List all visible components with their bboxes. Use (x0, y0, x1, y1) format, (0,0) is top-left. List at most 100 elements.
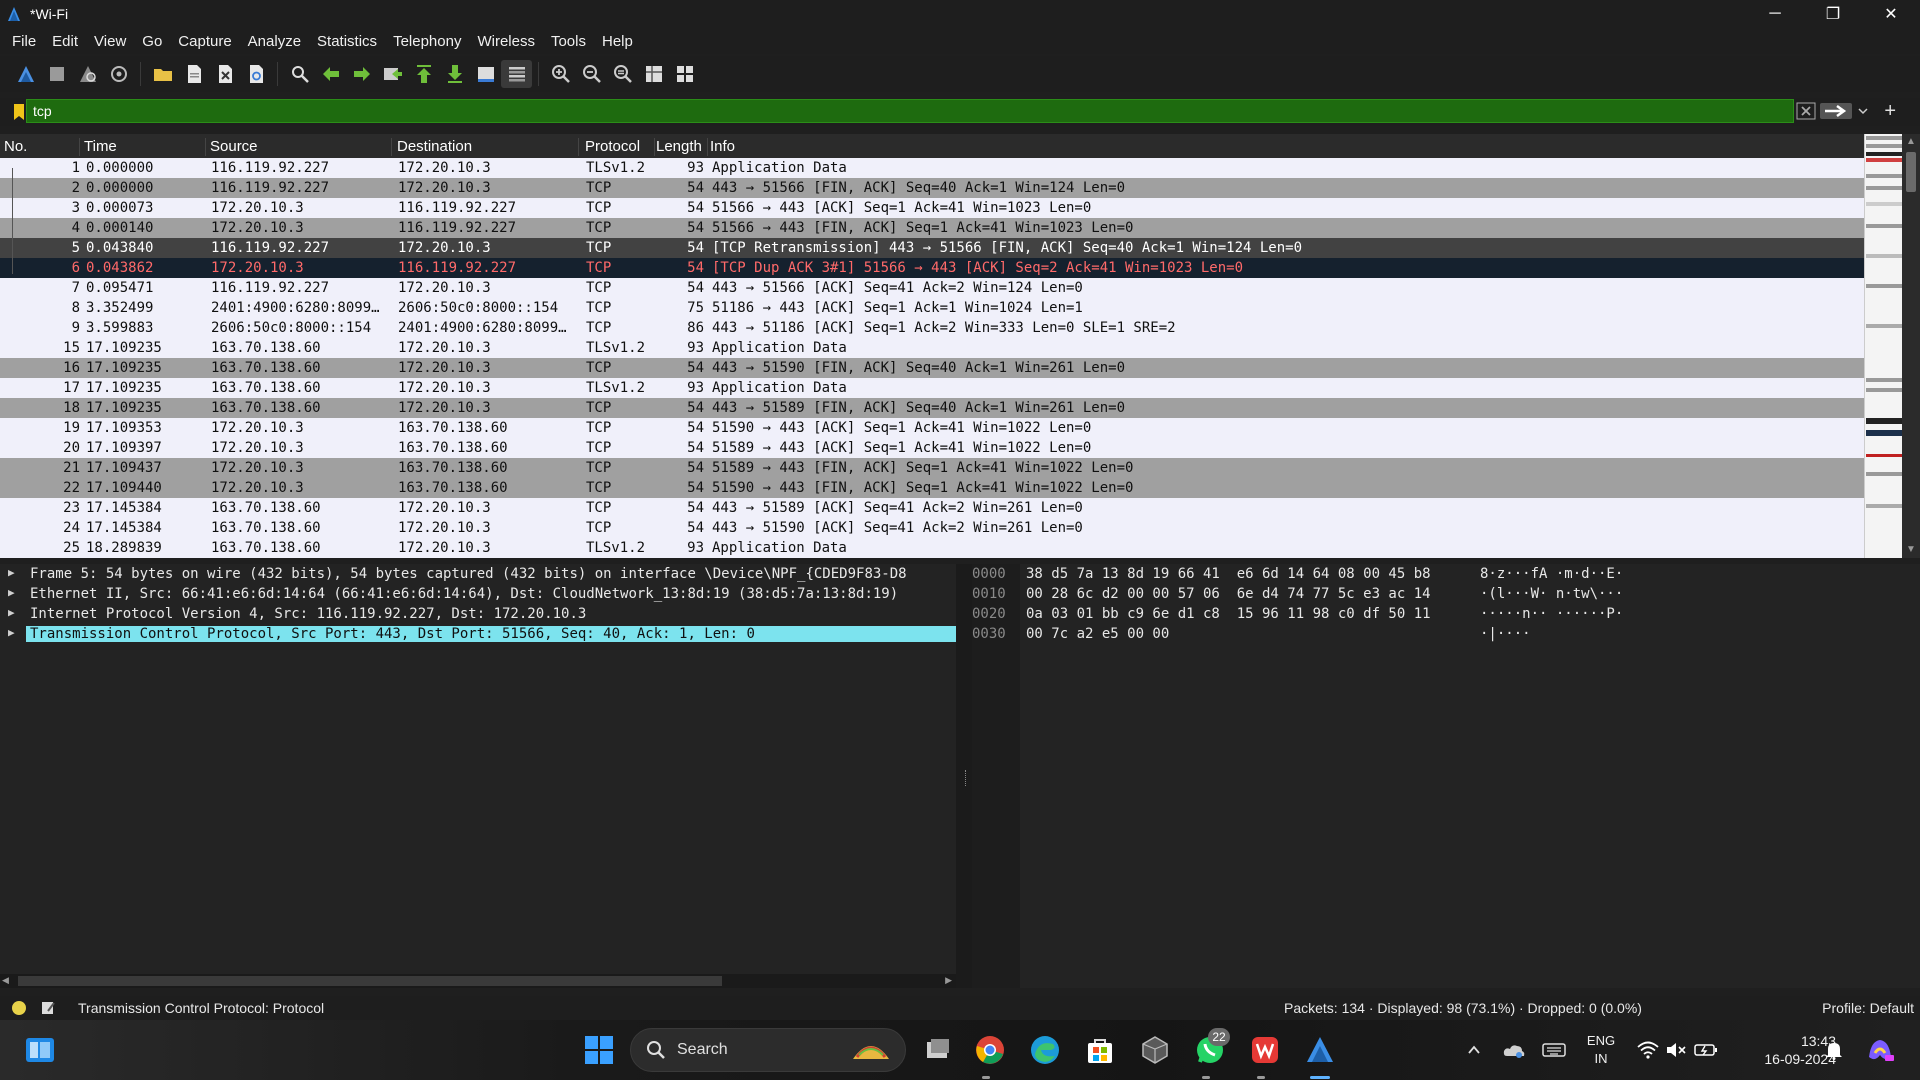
table-row[interactable]: 19 17.109353 172.20.10.3 163.70.138.60 TCP 54… (0, 418, 1864, 438)
show-hidden-icons-chevron-icon[interactable] (1452, 1030, 1496, 1070)
expand-arrow-icon[interactable]: ▶ (8, 566, 15, 579)
detail-row-ethernet[interactable]: ▶ Ethernet II, Src: 66:41:e6:6d:14:64 (66… (0, 584, 956, 604)
table-row[interactable]: 8 3.352499 2401:4900:6280:8099… 2606:50c0:8… (0, 298, 1864, 318)
bytes-ascii[interactable]: ·····n·· ······P· (1480, 606, 1623, 622)
filter-history-dropdown-icon[interactable] (1856, 100, 1870, 122)
clear-filter-icon[interactable] (1796, 100, 1816, 122)
scroll-up-arrow-icon[interactable]: ▲ (1902, 134, 1920, 150)
menu-capture[interactable]: Capture (170, 33, 239, 50)
menu-statistics[interactable]: Statistics (309, 33, 385, 50)
close-button[interactable]: ✕ (1862, 0, 1920, 28)
bytes-hex[interactable]: 38 d5 7a 13 8d 19 66 41 e6 6d 14 64 08 0… (1026, 566, 1431, 582)
table-row[interactable]: 2 0.000000 116.119.92.227 172.20.10.3 TCP 54 4… (0, 178, 1864, 198)
table-row[interactable]: 25 18.289839 163.70.138.60 172.20.10.3 TLSv1… (0, 538, 1864, 558)
table-row[interactable]: 1 0.000000 116.119.92.227 172.20.10.3 TLSv1.… (0, 158, 1864, 178)
close-file-icon[interactable] (209, 60, 240, 88)
taskbar-search[interactable]: Search (630, 1028, 906, 1072)
reload-file-icon[interactable] (240, 60, 271, 88)
bytes-ascii[interactable]: ·|···· (1480, 626, 1531, 642)
save-file-icon[interactable] (178, 60, 209, 88)
column-header-time[interactable]: Time (84, 138, 206, 156)
menu-tools[interactable]: Tools (543, 33, 594, 50)
menu-file[interactable]: File (4, 33, 44, 50)
scrollbar-thumb[interactable] (1906, 152, 1916, 192)
wireshark-taskbar-icon[interactable] (1300, 1030, 1340, 1070)
bytes-hex[interactable]: 0a 03 01 bb c9 6e d1 c8 15 96 11 98 c0 d… (1026, 606, 1431, 622)
menu-go[interactable]: Go (134, 33, 170, 50)
table-row[interactable]: 16 17.109235 163.70.138.60 172.20.10.3 TCP 54… (0, 358, 1864, 378)
go-forward-icon[interactable] (346, 60, 377, 88)
bytes-hex[interactable]: 00 28 6c d2 00 00 57 06 6e d4 74 77 5c e… (1026, 586, 1431, 602)
table-row[interactable]: 7 0.095471 116.119.92.227 172.20.10.3 TCP 54 4… (0, 278, 1864, 298)
windows-start-icon[interactable] (579, 1030, 619, 1070)
display-filter-input[interactable]: tcp (26, 99, 1794, 123)
packet-count-status[interactable]: Packets: 134 · Displayed: 98 (73.1%) · D… (1284, 1000, 1642, 1016)
restore-button[interactable]: ❐ (1804, 0, 1862, 28)
table-row[interactable]: 15 17.109235 163.70.138.60 172.20.10.3 TLSv1… (0, 338, 1864, 358)
menu-wireless[interactable]: Wireless (469, 33, 543, 50)
zoom-out-icon[interactable] (576, 60, 607, 88)
table-row[interactable]: 3 0.000073 172.20.10.3 116.119.92.227 TCP 54 5… (0, 198, 1864, 218)
column-header-length[interactable]: Length (656, 138, 708, 156)
scroll-right-arrow-icon[interactable]: ▶ (945, 975, 952, 986)
stop-capture-icon[interactable] (41, 60, 72, 88)
task-view-icon[interactable] (918, 1030, 958, 1070)
find-packet-icon[interactable] (284, 60, 315, 88)
table-row[interactable]: 6 0.043862 172.20.10.3 116.119.92.227 TCP 54[… (0, 258, 1864, 278)
detail-row-tcp[interactable]: ▶ Transmission Control Protocol, Src Port… (0, 624, 956, 644)
table-row[interactable]: 18 17.109235 163.70.138.60 172.20.10.3 TCP 54… (0, 398, 1864, 418)
table-row[interactable]: 23 17.145384 163.70.138.60 172.20.10.3 TCP 54… (0, 498, 1864, 518)
go-back-icon[interactable] (315, 60, 346, 88)
expert-info-led-icon[interactable] (12, 1001, 26, 1015)
menu-telephony[interactable]: Telephony (385, 33, 469, 50)
auto-scroll-icon[interactable] (470, 60, 501, 88)
table-row[interactable]: 4 0.000140 172.20.10.3 116.119.92.227 TCP 54 5… (0, 218, 1864, 238)
scroll-left-arrow-icon[interactable]: ◀ (2, 975, 9, 986)
desktop-widget-icon[interactable] (24, 1034, 56, 1066)
go-first-icon[interactable] (408, 60, 439, 88)
detail-row-frame[interactable]: ▶ Frame 5: 54 bytes on wire (432 bits), 5… (0, 564, 956, 584)
copilot-icon[interactable] (1858, 1030, 1902, 1070)
capture-options-icon[interactable] (103, 60, 134, 88)
notification-bell-icon[interactable] (1816, 1030, 1852, 1070)
zoom-in-icon[interactable] (545, 60, 576, 88)
layout-icon[interactable] (669, 60, 700, 88)
microsoft-store-icon[interactable] (1080, 1030, 1120, 1070)
minimize-button[interactable]: ─ (1746, 0, 1804, 28)
table-row[interactable]: 21 17.109437 172.20.10.3 163.70.138.60 TCP 54… (0, 458, 1864, 478)
expand-arrow-icon[interactable]: ▶ (8, 626, 15, 639)
column-header-protocol[interactable]: Protocol (585, 138, 655, 156)
bytes-ascii[interactable]: 8·z···fA ·m·d··E· (1480, 566, 1623, 582)
packet-list-scrollbar[interactable]: ▲ ▼ (1902, 134, 1920, 558)
detail-row-ip[interactable]: ▶ Internet Protocol Version 4, Src: 116.1… (0, 604, 956, 624)
restart-capture-icon[interactable] (72, 60, 103, 88)
expand-arrow-icon[interactable]: ▶ (8, 606, 15, 619)
menu-help[interactable]: Help (594, 33, 641, 50)
capture-comment-icon[interactable] (40, 1000, 56, 1016)
column-header-no[interactable]: No. (4, 138, 80, 156)
scrollbar-thumb[interactable] (18, 976, 722, 986)
edge-icon[interactable] (1025, 1030, 1065, 1070)
cube-app-icon[interactable] (1135, 1030, 1175, 1070)
table-row[interactable]: 20 17.109397 172.20.10.3 163.70.138.60 TCP 54… (0, 438, 1864, 458)
shark-fin-start-icon[interactable] (10, 60, 41, 88)
zoom-normal-icon[interactable] (607, 60, 638, 88)
column-header-destination[interactable]: Destination (397, 138, 579, 156)
colorize-icon[interactable] (501, 60, 532, 88)
column-header-source[interactable]: Source (210, 138, 392, 156)
go-to-packet-icon[interactable] (377, 60, 408, 88)
profile-status[interactable]: Profile: Default (1822, 1000, 1914, 1016)
table-row[interactable]: 24 17.145384 163.70.138.60 172.20.10.3 TCP 54… (0, 518, 1864, 538)
column-header-info[interactable]: Info (710, 138, 1860, 156)
open-file-icon[interactable] (147, 60, 178, 88)
chrome-icon[interactable] (970, 1030, 1010, 1070)
table-row[interactable]: 22 17.109440 172.20.10.3 163.70.138.60 TCP 54… (0, 478, 1864, 498)
battery-charging-icon[interactable] (1686, 1030, 1726, 1070)
resize-columns-icon[interactable] (638, 60, 669, 88)
language-indicator[interactable]: ENG IN (1578, 1032, 1624, 1068)
menu-analyze[interactable]: Analyze (240, 33, 309, 50)
keyboard-icon[interactable] (1532, 1030, 1576, 1070)
bytes-hex[interactable]: 00 7c a2 e5 00 00 (1026, 626, 1169, 642)
expand-arrow-icon[interactable]: ▶ (8, 586, 15, 599)
details-horizontal-scrollbar[interactable]: ◀ ▶ (0, 974, 956, 988)
